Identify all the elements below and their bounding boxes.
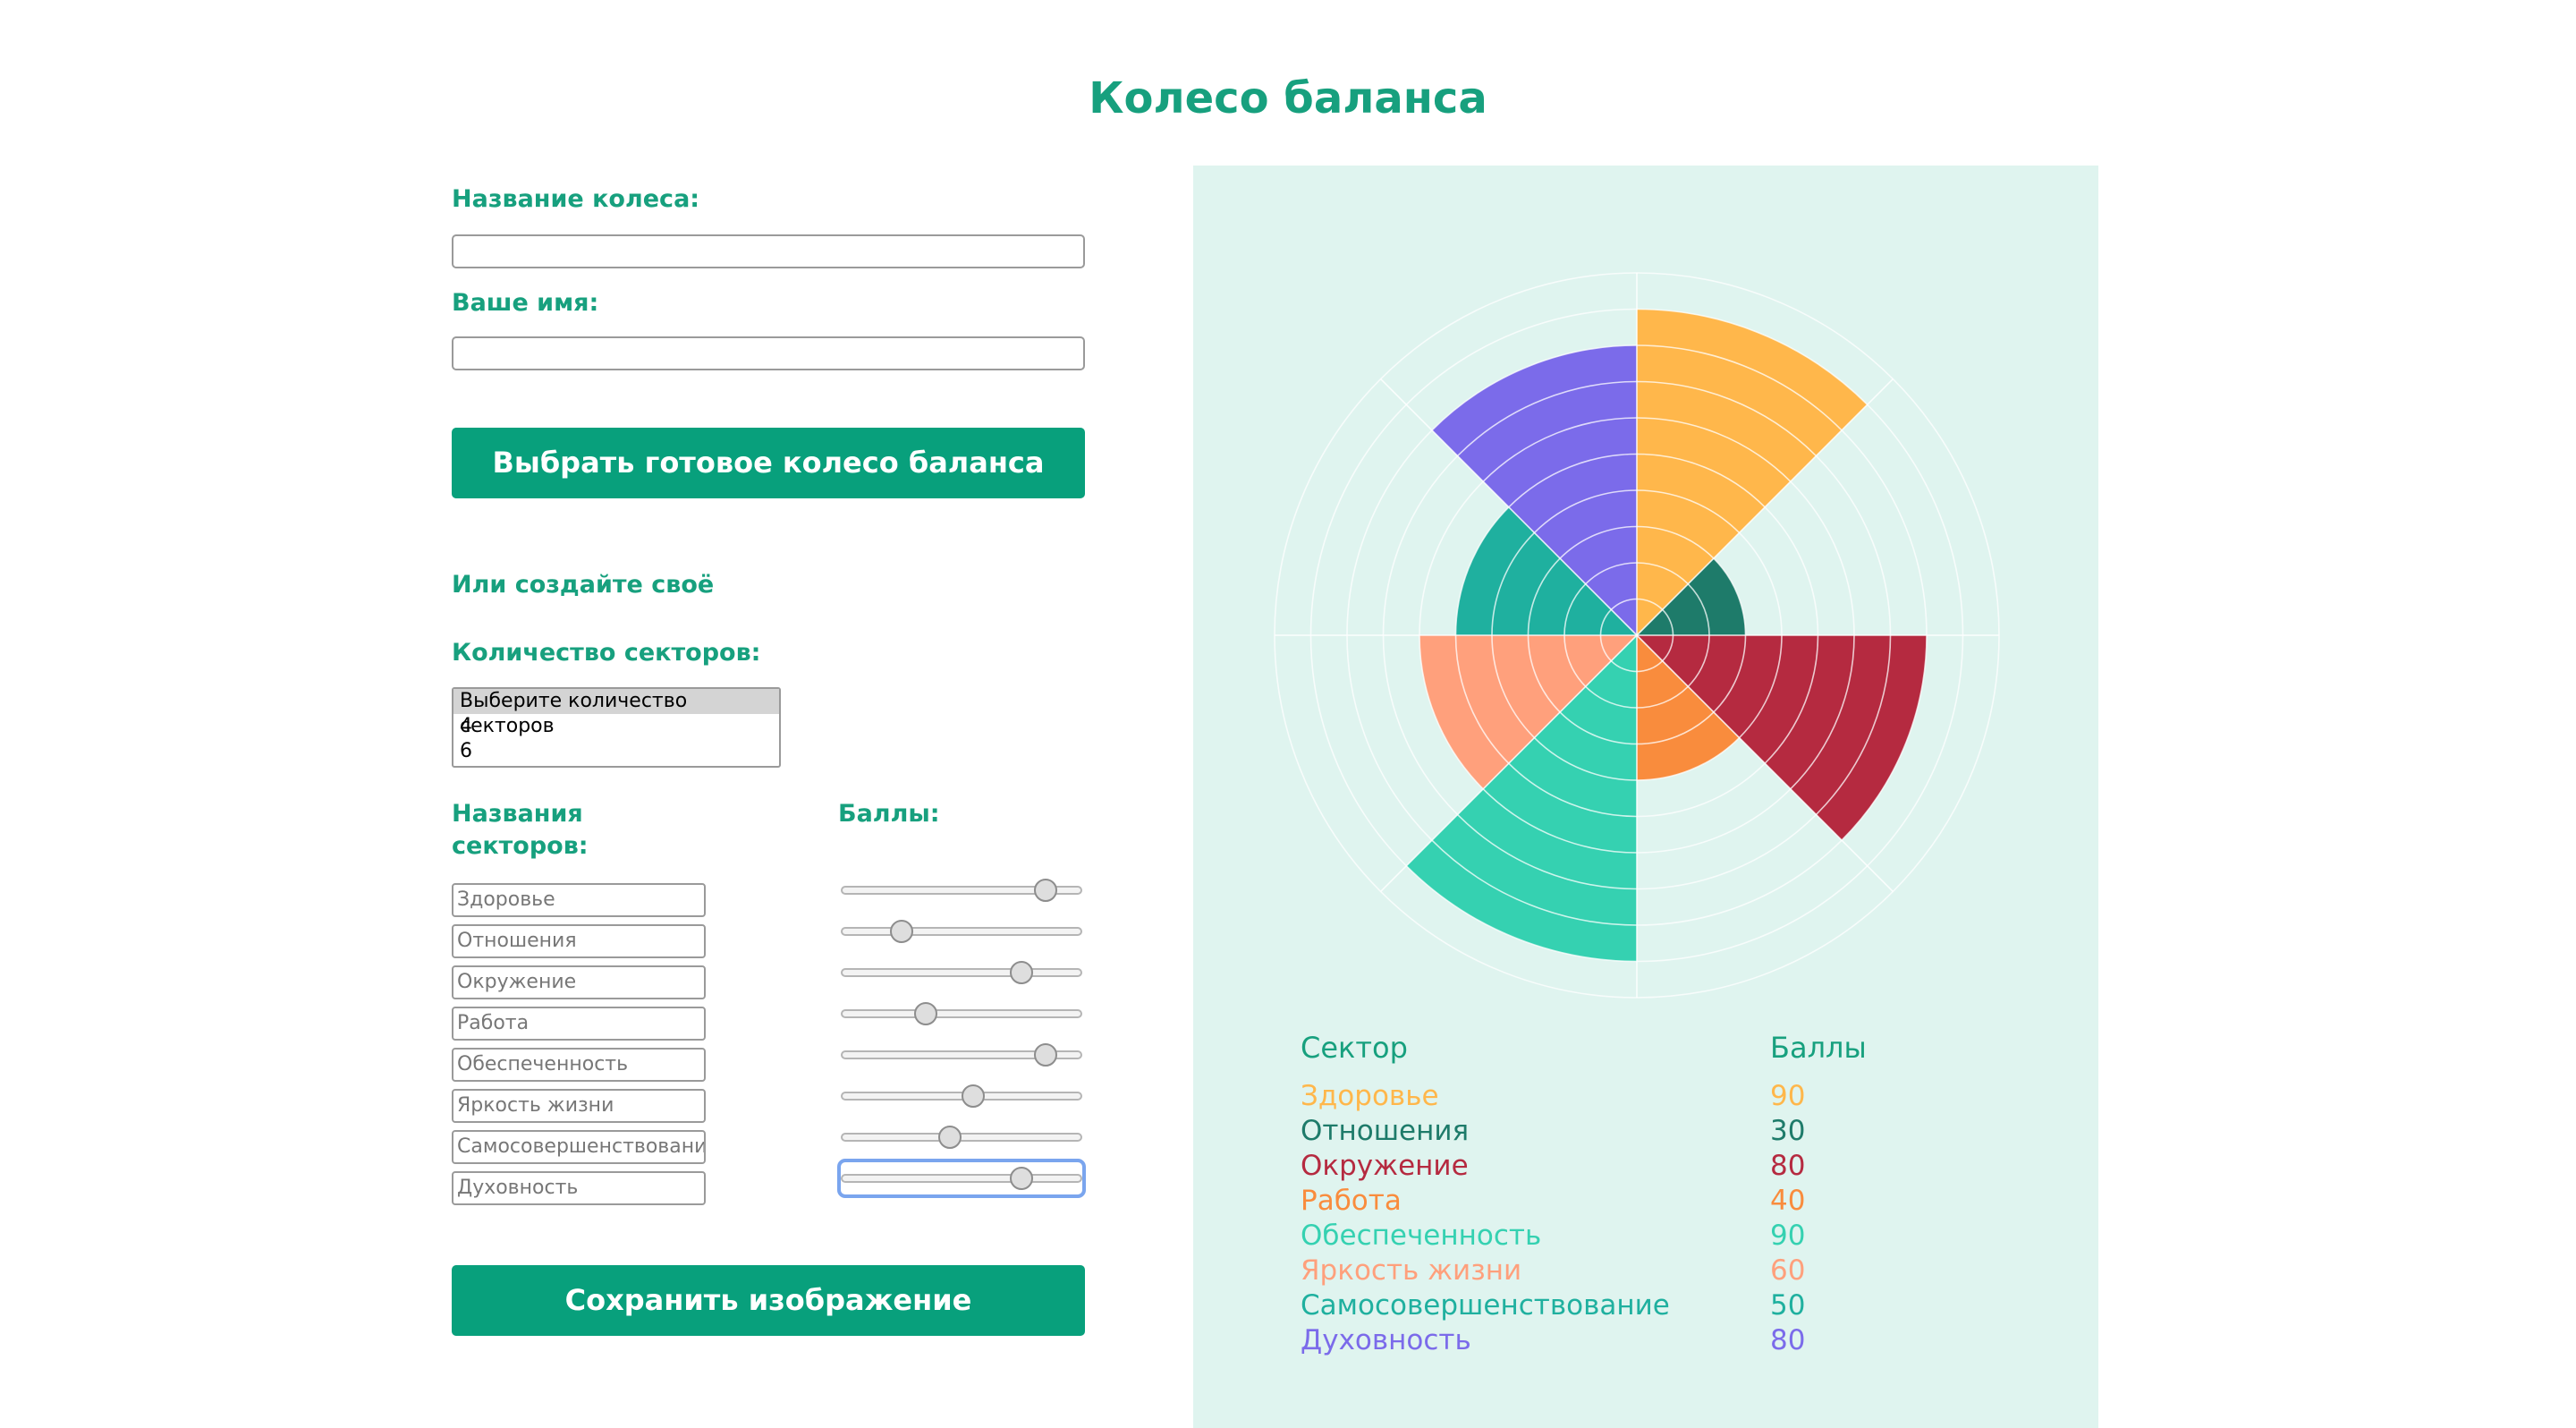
slider-knob[interactable] [1034, 879, 1058, 902]
legend-sector-score: 90 [1770, 1220, 1806, 1252]
sector-name-input[interactable]: Здоровье [452, 883, 706, 917]
sector-name-input[interactable]: Работа [452, 1007, 706, 1041]
sector-name-input[interactable]: Отношения [452, 924, 706, 958]
score-slider[interactable] [841, 956, 1082, 989]
legend-sector-header: Сектор [1301, 1031, 1408, 1065]
legend-sector-score: 50 [1770, 1289, 1806, 1322]
legend-sector-score: 90 [1770, 1080, 1806, 1112]
slider-track [841, 1133, 1082, 1142]
sector-name-input[interactable]: Обеспеченность [452, 1048, 706, 1082]
balance-wheel-chart [1274, 272, 2000, 999]
legend-sector-score: 60 [1770, 1254, 1806, 1287]
score-slider[interactable] [841, 1080, 1082, 1112]
slider-track [841, 1009, 1082, 1018]
sectors-count-label: Количество секторов: [452, 639, 761, 667]
sector-name-input[interactable]: Яркость жизни [452, 1089, 706, 1123]
choose-wheel-button[interactable]: Выбрать готовое колесо баланса [452, 428, 1085, 498]
sectors-count-select[interactable]: Выберите количество секторов 4 6 [452, 687, 781, 768]
legend-sector-score: 30 [1770, 1115, 1806, 1147]
slider-knob[interactable] [889, 920, 913, 943]
slider-knob[interactable] [913, 1002, 937, 1025]
score-slider[interactable] [841, 1039, 1082, 1071]
legend-sector-name: Работа [1301, 1185, 1402, 1217]
legend-sector-score: 80 [1770, 1150, 1806, 1182]
wheel-name-input[interactable] [452, 234, 1085, 268]
legend-sector-name: Окружение [1301, 1150, 1469, 1182]
legend-sector-score: 40 [1770, 1185, 1806, 1217]
sector-names-label: Названия секторов: [452, 800, 589, 860]
score-slider[interactable] [837, 1159, 1086, 1198]
slider-knob[interactable] [1010, 1167, 1034, 1190]
slider-track [841, 968, 1082, 977]
sector-name-input[interactable]: Духовность [452, 1171, 706, 1205]
legend-sector-score: 80 [1770, 1324, 1806, 1356]
slider-track [841, 1174, 1082, 1183]
slider-track [841, 927, 1082, 936]
your-name-input[interactable] [452, 336, 1085, 370]
sector-name-input[interactable]: Окружение [452, 965, 706, 999]
legend-sector-name: Самосовершенствование [1301, 1289, 1670, 1322]
slider-knob[interactable] [1034, 1043, 1058, 1067]
score-slider[interactable] [841, 1121, 1082, 1153]
wheel-name-label: Название колеса: [452, 185, 700, 213]
legend-sector-name: Здоровье [1301, 1080, 1439, 1112]
save-image-button[interactable]: Сохранить изображение [452, 1265, 1085, 1336]
legend-sector-name: Отношения [1301, 1115, 1470, 1147]
slider-knob[interactable] [962, 1084, 986, 1108]
legend-sector-name: Духовность [1301, 1324, 1471, 1356]
sectors-count-option[interactable]: Выберите количество секторов [453, 689, 779, 737]
slider-knob[interactable] [937, 1126, 962, 1149]
your-name-label: Ваше имя: [452, 289, 599, 317]
score-slider[interactable] [841, 874, 1082, 906]
score-slider[interactable] [841, 915, 1082, 948]
legend-score-header: Баллы [1770, 1031, 1867, 1065]
legend-sector-name: Яркость жизни [1301, 1254, 1522, 1287]
page-title: Колесо баланса [1089, 73, 1487, 123]
wheel-panel: Сектор Баллы Здоровье 90 Отношения 30 Окруже… [1193, 166, 2098, 1428]
scores-label: Баллы: [838, 800, 940, 828]
sector-name-input[interactable]: Самосовершенствование [452, 1130, 706, 1164]
sectors-count-option[interactable]: 6 [453, 739, 779, 764]
legend-sector-name: Обеспеченность [1301, 1220, 1542, 1252]
slider-knob[interactable] [1010, 961, 1034, 984]
score-slider[interactable] [841, 998, 1082, 1030]
or-create-label: Или создайте своё [452, 571, 715, 599]
wheel-sector [1637, 309, 1868, 635]
